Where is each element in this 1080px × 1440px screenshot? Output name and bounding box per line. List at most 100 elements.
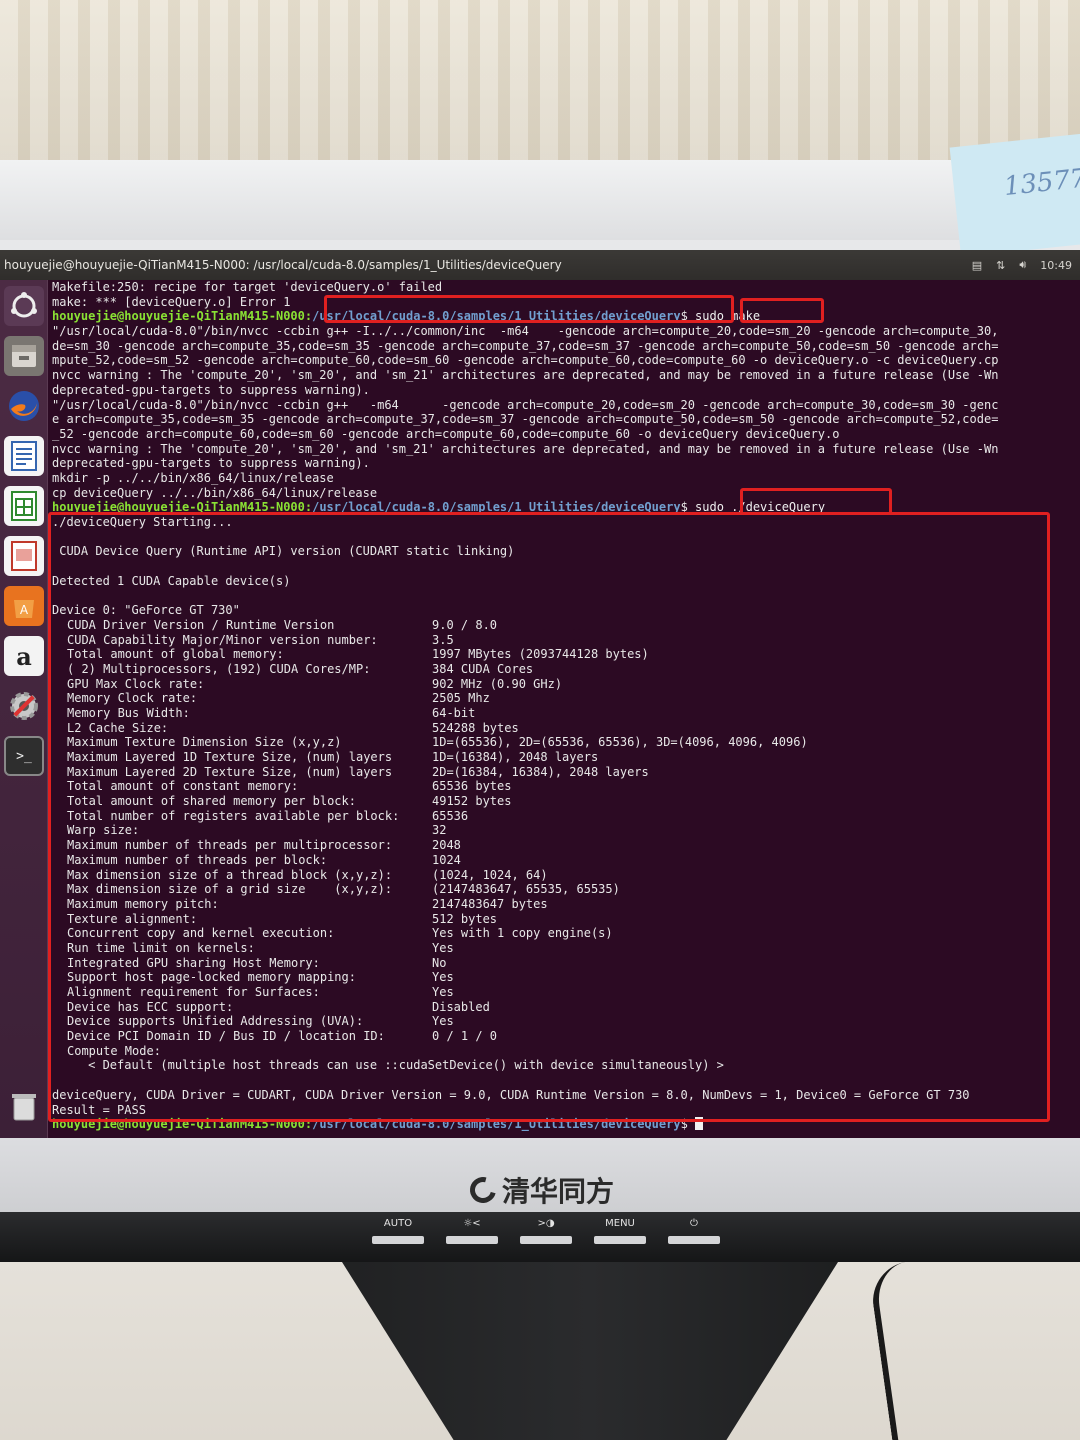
amazon-icon[interactable]: a (4, 636, 44, 676)
property-name: Memory Bus Width: (67, 705, 190, 720)
monitor-button-contrast[interactable]: >◑ (520, 1218, 572, 1244)
firefox-icon[interactable] (4, 386, 44, 426)
top-panel: houyuejie@houyuejie-QiTianM415-N000: /us… (0, 250, 1080, 280)
device-property-row: Max dimension size of a thread block (x,… (52, 868, 1080, 883)
property-name: Alignment requirement for Surfaces: (67, 985, 320, 999)
property-value: 3.5 (432, 632, 454, 647)
property-value: 1024 (432, 852, 461, 867)
device-property-row: Maximum Layered 1D Texture Size, (num) l… (52, 750, 1080, 765)
volume-icon[interactable]: 🔊︎ (1019, 258, 1026, 272)
prompt-path: /usr/local/cuda-8.0/samples/1_Utilities/… (312, 309, 681, 324)
property-name: Maximum memory pitch: (67, 896, 219, 911)
property-value: 2D=(16384, 16384), 2048 layers (432, 764, 649, 779)
prompt-line: houyuejie@houyuejie-QiTianM415-N000:/usr… (52, 1117, 1080, 1132)
output-line: nvcc warning : The 'compute_20', 'sm_20'… (52, 441, 999, 456)
prompt-symbol: $ (680, 500, 696, 515)
device-property-row: Total amount of constant memory: 65536 by… (52, 779, 1080, 794)
files-icon[interactable] (4, 336, 44, 376)
property-value: 902 MHz (0.90 GHz) (432, 676, 563, 691)
property-value: Yes (432, 970, 454, 985)
device-property-row: Device supports Unified Addressing (UVA)… (52, 1014, 1080, 1029)
device-property-row: Max dimension size of a grid size (x,y,z… (52, 882, 1080, 897)
device-property-row: Maximum number of threads per multiproce… (52, 838, 1080, 853)
device-property-row: Device has ECC support: Disabled (52, 1000, 1080, 1015)
text-cursor (695, 1117, 704, 1131)
device-property-row: L2 Cache Size: 524288 bytes (52, 721, 1080, 736)
output-line: mpute_52,code=sm_52 -gencode arch=comput… (52, 353, 999, 368)
device-property-row: CUDA Driver Version / Runtime Version 9.0… (52, 618, 1080, 633)
property-name: Run time limit on kernels: (67, 940, 255, 955)
property-value: 65536 bytes (432, 779, 512, 794)
property-name: Device has ECC support: (67, 999, 234, 1014)
property-value: 2048 (432, 838, 461, 853)
property-name: Device PCI Domain ID / Bus ID / location… (67, 1029, 385, 1044)
settings-icon[interactable] (4, 686, 44, 726)
output-line: deprecated-gpu-targets to suppress warni… (52, 456, 370, 471)
output-line: Detected 1 CUDA Capable device(s) (52, 573, 291, 588)
device-property-row: Maximum number of threads per block: 1024 (52, 853, 1080, 868)
output-line: deviceQuery, CUDA Driver = CUDART, CUDA … (52, 1087, 970, 1102)
sticky-note: 1357727 (949, 132, 1080, 258)
property-value: 2147483647 bytes (432, 896, 548, 911)
property-value: Yes (432, 940, 454, 955)
device-property-row: Alignment requirement for Surfaces: Yes (52, 985, 1080, 1000)
monitor-button-auto[interactable]: AUTO (372, 1218, 424, 1244)
monitor-button-power[interactable]: ⏻ (668, 1218, 720, 1244)
property-name: Maximum number of threads per multiproce… (67, 838, 393, 853)
property-name: Total amount of constant memory: (67, 779, 299, 794)
property-value: 49152 bytes (432, 794, 512, 809)
prompt-user: houyuejie@houyuejie-QiTianM415-N000: (52, 309, 313, 324)
device-property-row: Maximum Layered 2D Texture Size, (num) l… (52, 765, 1080, 780)
device-property-row: GPU Max Clock rate: 902 MHz (0.90 GHz) (52, 677, 1080, 692)
property-value: 1997 MBytes (2093744128 bytes) (432, 647, 649, 662)
property-name: Max dimension size of a thread block (x,… (67, 867, 393, 882)
keyboard-icon[interactable]: ▤ (972, 259, 982, 272)
device-property-row: Memory Clock rate: 2505 Mhz (52, 691, 1080, 706)
property-value: 64-bit (432, 705, 476, 720)
command-text: sudo ./deviceQuery (695, 500, 826, 515)
property-value: Disabled (432, 999, 490, 1014)
trash-icon[interactable] (4, 1086, 44, 1126)
property-name: Memory Clock rate: (67, 691, 198, 706)
network-icon[interactable]: ⇅ (996, 259, 1005, 272)
brand-name: 清华同方 (502, 1175, 615, 1208)
terminal-output[interactable]: Makefile:250: recipe for target 'deviceQ… (52, 280, 1080, 1138)
impress-icon[interactable] (4, 536, 44, 576)
property-value: 384 CUDA Cores (432, 661, 534, 676)
prompt-user: houyuejie@houyuejie-QiTianM415-N000: (52, 1117, 313, 1132)
brand-logo: 清华同方 (465, 1172, 615, 1208)
property-name: Total amount of shared memory per block: (67, 794, 356, 809)
output-line: nvcc warning : The 'compute_20', 'sm_20'… (52, 368, 999, 383)
brand-mark-icon (465, 1172, 501, 1208)
property-name: Maximum number of threads per block: (67, 852, 328, 867)
prompt-line: houyuejie@houyuejie-QiTianM415-N000:/usr… (52, 309, 1080, 324)
property-name: ( 2) Multiprocessors, (192) CUDA Cores/M… (67, 661, 371, 676)
monitor-button-brightness[interactable]: ☼< (446, 1218, 498, 1244)
output-line: cp deviceQuery ../../bin/x86_64/linux/re… (52, 485, 378, 500)
property-name: Warp size: (67, 823, 140, 838)
terminal-icon[interactable]: >_ (4, 736, 44, 776)
clock[interactable]: 10:49 (1040, 259, 1072, 272)
ubuntu-logo-icon[interactable] (4, 286, 44, 326)
property-value: 512 bytes (432, 911, 498, 926)
property-name: Maximum Layered 2D Texture Size, (num) l… (67, 764, 393, 779)
property-name: CUDA Driver Version / Runtime Version (67, 617, 335, 632)
software-center-icon[interactable]: A (4, 586, 44, 626)
device-property-row: Memory Bus Width: 64-bit (52, 706, 1080, 721)
property-name: Texture alignment: (67, 911, 198, 926)
calc-icon[interactable] (4, 486, 44, 526)
property-value: No (432, 955, 447, 970)
device-property-row: Integrated GPU sharing Host Memory: No (52, 956, 1080, 971)
monitor-button-menu[interactable]: MENU (594, 1218, 646, 1244)
output-line: de=sm_30 -gencode arch=compute_35,code=s… (52, 338, 999, 353)
output-line: Makefile:250: recipe for target 'deviceQ… (52, 280, 443, 294)
device-property-row: Total amount of shared memory per block:… (52, 794, 1080, 809)
property-name: Device supports Unified Addressing (UVA)… (67, 1014, 364, 1029)
launcher: A a >_ (0, 280, 48, 1138)
device-property-row: Concurrent copy and kernel execution: Yes… (52, 926, 1080, 941)
writer-icon[interactable] (4, 436, 44, 476)
device-property-row: Maximum memory pitch: 2147483647 bytes (52, 897, 1080, 912)
property-value: 9.0 / 8.0 (432, 617, 498, 632)
